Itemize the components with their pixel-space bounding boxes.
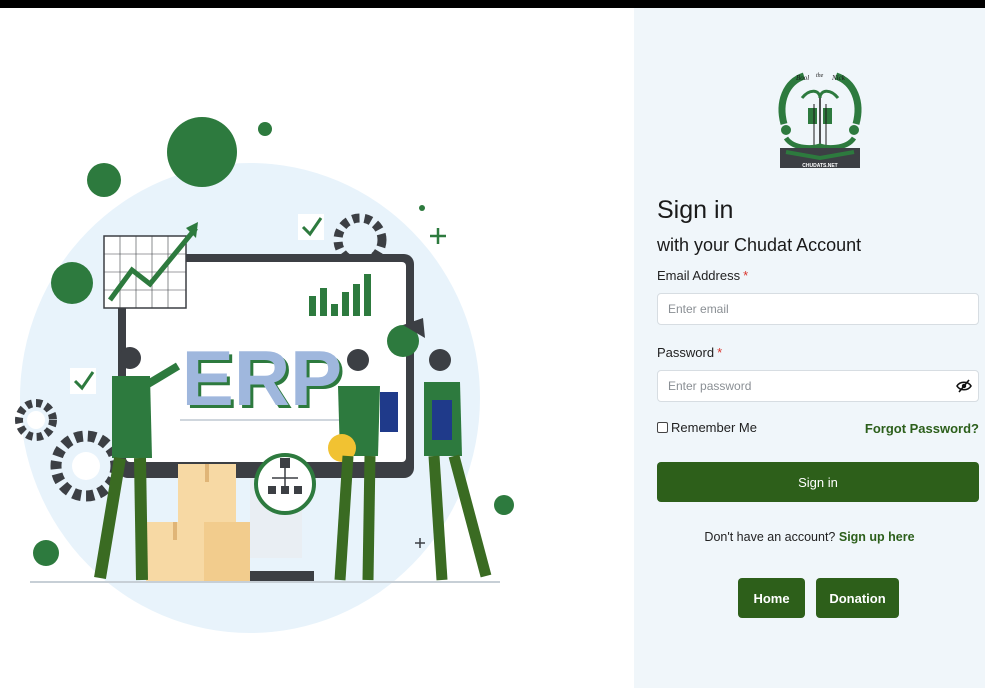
erp-illustration-panel: ERP ERP [0,8,634,688]
sign-in-page: ERP ERP Bool the Nick CHUDATS.NET Sign i… [0,0,985,688]
svg-text:Nick: Nick [831,74,846,82]
svg-text:the: the [816,73,824,79]
erp-illustration: ERP ERP [15,117,514,633]
password-input[interactable] [658,371,958,401]
check-icon [70,368,96,394]
check-icon [298,214,324,240]
chudat-logo: Bool the Nick CHUDATS.NET [778,72,862,169]
sign-up-prompt: Don't have an account? Sign up here [704,530,915,544]
forgot-password-link[interactable]: Forgot Password? [865,421,979,436]
sign-up-link[interactable]: Sign up here [839,530,915,544]
eye-slash-icon[interactable] [956,379,972,393]
org-chart-badge [254,453,316,515]
svg-text:Bool: Bool [796,74,809,82]
home-button[interactable]: Home [738,578,805,618]
remember-me-label: Remember Me [671,420,757,435]
email-label: Email Address * [657,268,749,283]
bar-chart-card [303,266,379,322]
svg-text:ERP: ERP [182,334,342,422]
svg-text:CHUDATS.NET: CHUDATS.NET [802,163,837,169]
remember-me[interactable]: Remember Me [657,420,757,435]
password-label: Password * [657,345,723,360]
top-border [0,0,985,8]
donation-button[interactable]: Donation [816,578,899,618]
remember-me-checkbox[interactable] [657,422,668,433]
password-field-wrapper [657,370,979,402]
required-marker: * [717,345,723,360]
decor-circle [167,117,237,187]
sign-in-button[interactable]: Sign in [657,462,979,502]
email-input[interactable] [658,294,958,324]
email-field-wrapper [657,293,979,325]
page-subtitle: with your Chudat Account [657,235,862,255]
page-title: Sign in [657,196,734,224]
sign-in-panel: Bool the Nick CHUDATS.NET Sign in with y… [634,8,985,688]
required-marker: * [743,268,749,283]
